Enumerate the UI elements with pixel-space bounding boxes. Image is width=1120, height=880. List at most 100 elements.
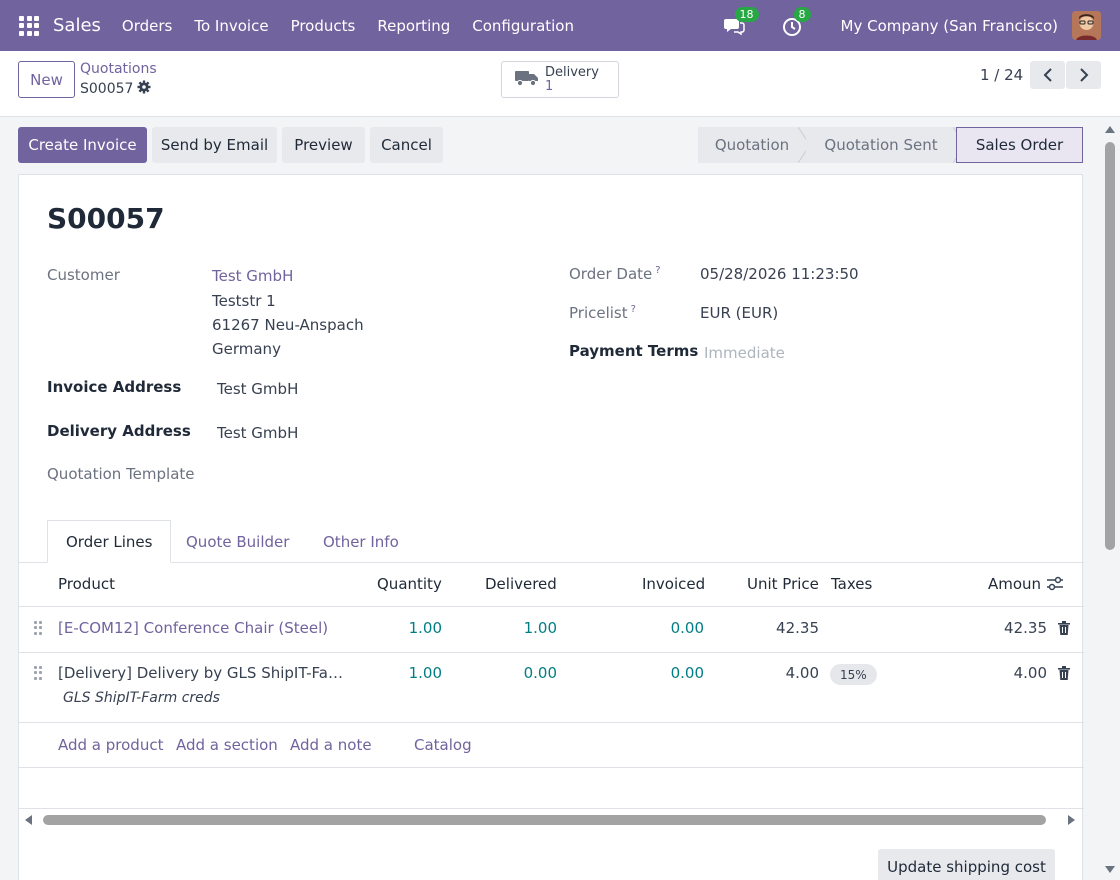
breadcrumb-quotations[interactable]: Quotations	[80, 61, 157, 77]
new-button[interactable]: New	[18, 61, 75, 98]
col-delivered[interactable]: Delivered	[485, 575, 557, 593]
customer-street: Teststr 1	[212, 292, 276, 310]
row1-unit-price[interactable]: 42.35	[759, 619, 819, 637]
messages-badge: 18	[734, 6, 759, 22]
order-date-help-icon[interactable]: ?	[655, 265, 660, 276]
order-date-label: Order Date?	[569, 265, 661, 283]
row1-amount: 42.35	[1004, 619, 1047, 637]
breadcrumb-current-label: S00057	[80, 81, 134, 97]
send-by-email-button[interactable]: Send by Email	[152, 127, 277, 163]
vertical-scrollbar[interactable]	[1104, 125, 1116, 880]
row1-delivered[interactable]: 1.00	[497, 619, 557, 637]
activities-badge: 8	[793, 6, 811, 22]
menu-products[interactable]: Products	[280, 17, 367, 35]
pricelist-help-icon[interactable]: ?	[631, 304, 636, 315]
chevron-left-icon	[1043, 68, 1052, 82]
add-section-link[interactable]: Add a section	[176, 736, 278, 754]
row2-unit-price[interactable]: 4.00	[759, 664, 819, 682]
vertical-scrollbar-thumb[interactable]	[1105, 142, 1115, 550]
tab-order-lines[interactable]: Order Lines	[47, 520, 172, 563]
row-divider	[19, 722, 1084, 723]
row2-amount: 4.00	[1013, 664, 1047, 682]
col-quantity[interactable]: Quantity	[377, 575, 442, 593]
stage-quotation[interactable]: Quotation	[698, 127, 806, 163]
row-divider	[19, 808, 1084, 809]
row2-delivered[interactable]: 0.00	[497, 664, 557, 682]
scroll-left-icon[interactable]	[25, 815, 33, 825]
gear-icon[interactable]	[137, 80, 151, 98]
delivery-label: Delivery	[545, 64, 599, 80]
row2-invoiced: 0.00	[670, 664, 704, 682]
customer-label: Customer	[47, 266, 120, 284]
tab-quote-builder[interactable]: Quote Builder	[168, 520, 307, 563]
company-switcher[interactable]: My Company (San Francisco)	[841, 17, 1058, 35]
order-title: S00057	[47, 202, 165, 235]
truck-icon	[515, 69, 539, 91]
delivery-address-label: Delivery Address	[47, 422, 191, 440]
col-product[interactable]: Product	[58, 575, 115, 593]
drag-handle-icon[interactable]	[34, 666, 44, 680]
menu-to-invoice[interactable]: To Invoice	[183, 17, 279, 35]
payment-terms-field[interactable]: Immediate	[704, 344, 785, 362]
pager-value[interactable]: 1 / 24	[980, 66, 1023, 84]
add-product-link[interactable]: Add a product	[58, 736, 163, 754]
create-invoice-button[interactable]: Create Invoice	[18, 127, 147, 163]
app-menu-icon[interactable]	[19, 15, 39, 36]
control-panel: New Quotations S00057 Delivery 1 1 / 24	[0, 51, 1120, 117]
customer-name[interactable]: Test GmbH	[212, 267, 293, 285]
col-amount[interactable]: Amoun	[988, 575, 1041, 593]
trash-icon[interactable]	[1058, 621, 1070, 639]
user-avatar[interactable]	[1072, 11, 1101, 40]
invoice-address-field[interactable]: Test GmbH	[217, 380, 298, 398]
cancel-button[interactable]: Cancel	[370, 127, 443, 163]
horizontal-scrollbar-thumb[interactable]	[43, 815, 1046, 825]
row1-quantity[interactable]: 1.00	[382, 619, 442, 637]
pricelist-field[interactable]: EUR (EUR)	[700, 304, 778, 322]
col-taxes[interactable]: Taxes	[831, 575, 872, 593]
activities-icon[interactable]: 8	[782, 6, 811, 37]
form-sheet: S00057 Customer Test GmbH Teststr 1 6126…	[18, 174, 1084, 880]
delivery-count: 1	[545, 78, 554, 94]
row-divider	[19, 767, 1084, 768]
drag-handle-icon[interactable]	[34, 621, 44, 635]
row1-invoiced: 0.00	[670, 619, 704, 637]
column-settings-icon[interactable]	[1046, 576, 1064, 596]
trash-icon[interactable]	[1058, 666, 1070, 684]
tab-other-info[interactable]: Other Info	[305, 520, 417, 563]
row2-quantity[interactable]: 1.00	[382, 664, 442, 682]
row2-note: GLS ShipIT-Farm creds	[63, 690, 220, 706]
pager-next-button[interactable]	[1066, 61, 1101, 89]
update-shipping-cost-button[interactable]: Update shipping cost	[878, 849, 1055, 880]
menu-reporting[interactable]: Reporting	[366, 17, 461, 35]
col-unit-price[interactable]: Unit Price	[747, 575, 819, 593]
menu-orders[interactable]: Orders	[111, 17, 183, 35]
stage-sales-order[interactable]: Sales Order	[956, 127, 1083, 163]
catalog-link[interactable]: Catalog	[414, 736, 472, 754]
pager-previous-button[interactable]	[1030, 61, 1065, 89]
breadcrumb-current: S00057	[80, 80, 151, 98]
row1-product[interactable]: [E-COM12] Conference Chair (Steel)	[58, 619, 328, 637]
status-bar: Quotation Quotation Sent Sales Order	[698, 127, 1083, 163]
col-invoiced[interactable]: Invoiced	[642, 575, 705, 593]
delivery-smart-button[interactable]: Delivery 1	[501, 61, 619, 98]
row2-product[interactable]: [Delivery] Delivery by GLS ShipIT-Fa…	[58, 664, 343, 682]
scroll-right-icon[interactable]	[1067, 815, 1075, 825]
tax-badge[interactable]: 15%	[830, 664, 877, 685]
top-navbar: Sales Orders To Invoice Products Reporti…	[0, 0, 1120, 51]
preview-button[interactable]: Preview	[282, 127, 365, 163]
delivery-address-field[interactable]: Test GmbH	[217, 424, 298, 442]
scroll-up-icon[interactable]	[1105, 126, 1115, 134]
order-date-field[interactable]: 05/28/2026 11:23:50	[700, 265, 859, 283]
payment-terms-label: Payment Terms	[569, 342, 699, 360]
quotation-template-label: Quotation Template	[47, 465, 195, 483]
stage-quotation-sent[interactable]: Quotation Sent	[806, 127, 956, 163]
row-divider	[19, 652, 1084, 653]
app-name[interactable]: Sales	[53, 15, 101, 36]
customer-city: 61267 Neu-Anspach	[212, 316, 364, 334]
add-note-link[interactable]: Add a note	[290, 736, 372, 754]
messages-icon[interactable]: 18	[723, 6, 759, 37]
header-divider	[19, 606, 1084, 607]
scroll-down-icon[interactable]	[1105, 865, 1115, 873]
menu-configuration[interactable]: Configuration	[461, 17, 585, 35]
horizontal-scrollbar[interactable]	[19, 810, 1084, 830]
